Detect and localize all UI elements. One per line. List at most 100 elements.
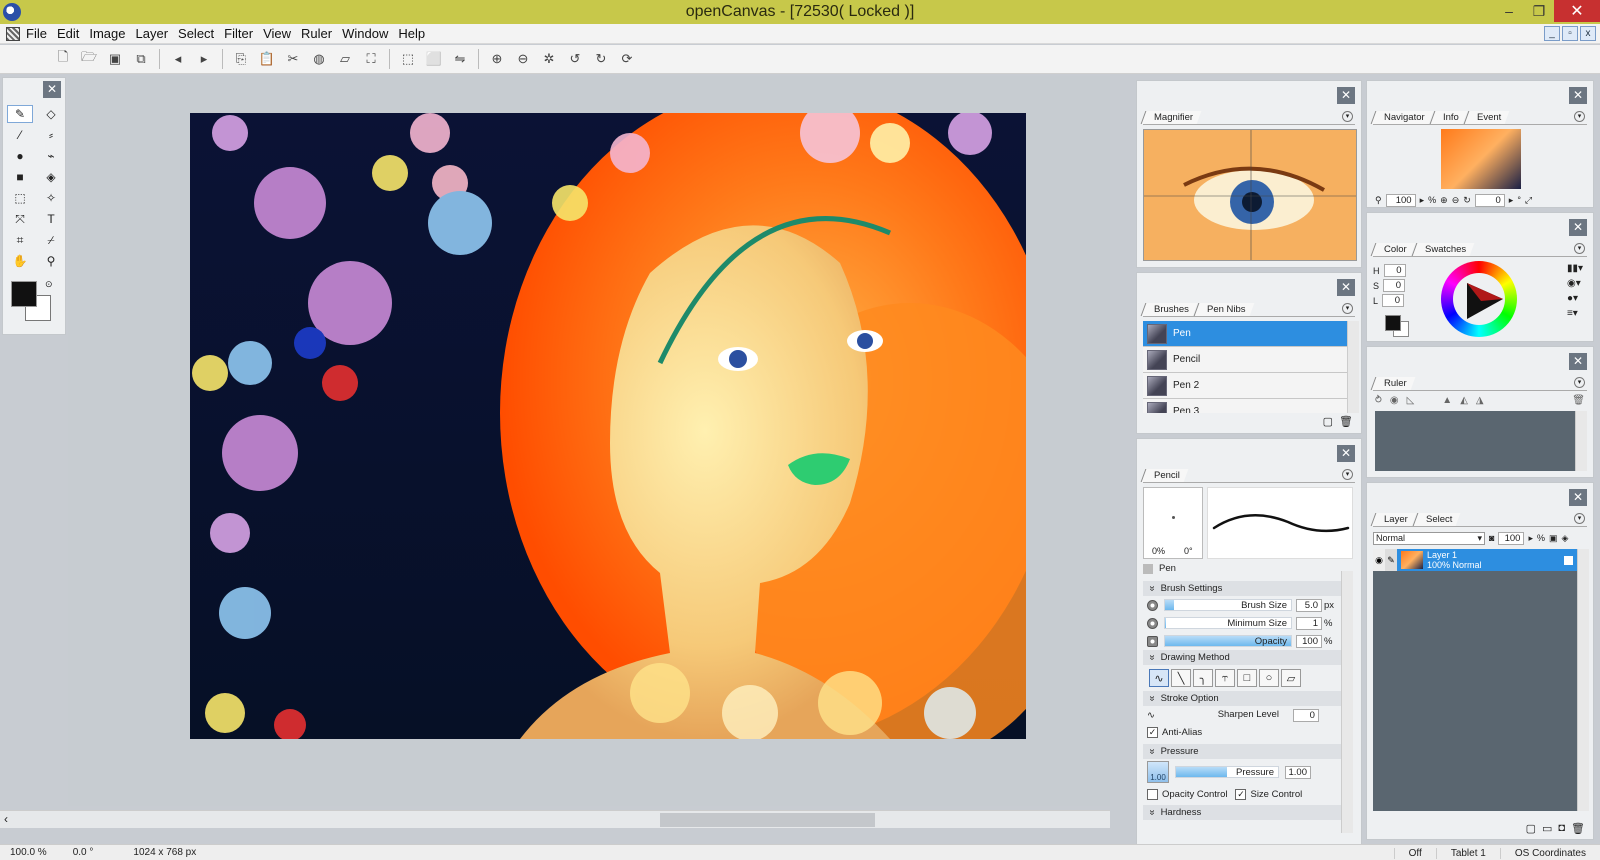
drawing-method-button[interactable]: ╲ [1171,669,1191,687]
navigator-close-button[interactable]: ✕ [1569,87,1587,104]
color-triangle[interactable] [1441,261,1517,337]
select-invert-icon[interactable]: ⇋ [449,48,471,70]
brushes-close-button[interactable]: ✕ [1337,279,1355,296]
layer-row[interactable]: ◉ ✎ Layer 1 100% Normal [1373,549,1577,571]
app-icon[interactable] [3,3,21,21]
layer-opacity-step-icon[interactable]: ▸ [1528,533,1533,544]
cut-icon[interactable]: ✂ [282,48,304,70]
new-brush-icon[interactable]: ▢ [1323,415,1333,428]
copy-icon[interactable]: ⎘ [230,48,252,70]
size-control-checkbox[interactable]: ✓ [1235,788,1247,800]
drawing-method-button[interactable]: ▱ [1281,669,1301,687]
layer-mask-icon[interactable]: ◙ [1489,533,1494,543]
tab-swatches[interactable]: Swatches [1411,243,1475,256]
eyedropper-tool[interactable]: ⌿ [38,231,64,249]
ruler-list[interactable] [1375,411,1575,471]
transform-icon[interactable]: ⛶ [360,48,382,70]
brush-size-slider[interactable]: Brush Size [1164,599,1292,611]
drawing-method-button[interactable]: ∿ [1149,669,1169,687]
airbrush-tool[interactable]: ⸗ [38,126,64,144]
scroll-left-icon[interactable]: ‹ [4,812,8,826]
ruler-snap-icon[interactable]: ⥁ [1375,395,1382,409]
fill-icon[interactable]: ◍ [308,48,330,70]
text-tool[interactable]: T [38,210,64,228]
s-field[interactable]: 0 [1383,279,1406,292]
delete-brush-icon[interactable]: 🗑 [1339,415,1353,428]
color-circle-icon[interactable]: ●▾ [1567,293,1583,304]
sharpen-field[interactable]: 0 [1292,708,1319,722]
restore-button[interactable]: ❐ [1524,0,1554,22]
menu-edit[interactable]: Edit [57,26,87,41]
brush-list-item[interactable]: Pen 3 [1143,399,1347,413]
next-icon[interactable]: ▸ [193,48,215,70]
layer-list-scrollbar[interactable] [1577,549,1589,811]
new-folder-icon[interactable]: ▭ [1542,822,1552,835]
brush-list-item[interactable]: Pen [1143,321,1347,347]
rotate-reset-icon[interactable]: ⟳ [616,48,638,70]
rotate-icon[interactable]: ↻ [1463,195,1471,206]
tab-layer[interactable]: Layer [1370,513,1417,526]
ruler-close-button[interactable]: ✕ [1569,353,1587,370]
smudge-tool[interactable]: ⌁ [38,147,64,165]
tab-pen-nibs[interactable]: Pen Nibs [1193,303,1254,316]
foreground-color-swatch[interactable] [11,281,37,307]
hand-tool[interactable]: ✋ [7,252,33,270]
canvas-artwork[interactable] [190,113,1026,739]
menu-layer[interactable]: Layer [136,26,177,41]
pressure-curve-button[interactable]: 1.00 [1147,761,1169,783]
rotate-left-icon[interactable]: ↺ [564,48,586,70]
paste-icon[interactable]: 📋 [256,48,278,70]
erase-icon[interactable]: ▱ [334,48,356,70]
panel-menu-icon[interactable]: ▾ [1574,377,1585,388]
move-tool[interactable]: ⤧ [7,210,33,228]
menu-view[interactable]: View [263,26,299,41]
layer-close-button[interactable]: ✕ [1569,489,1587,506]
ruler-delete-icon[interactable]: 🗑 [1572,395,1585,409]
layer-opacity-field[interactable]: 100 [1498,531,1525,545]
sharpen-slider[interactable]: Sharpen Level [1159,709,1283,721]
new-layer-icon[interactable]: ▢ [1526,822,1536,835]
pen-tool[interactable]: ✎ [7,105,33,123]
zoom-in-icon[interactable]: ⊕ [1440,195,1448,206]
select-tool[interactable]: ⬚ [7,189,33,207]
layer-stack-icon[interactable]: ◈ [1562,533,1569,544]
menu-ruler[interactable]: Ruler [301,26,340,41]
ruler-triangle-icon[interactable]: ▲ [1442,395,1452,409]
ruler-angle-icon[interactable]: ◺ [1407,395,1415,409]
zoom-in-icon[interactable]: ⊕ [486,48,508,70]
panel-menu-icon[interactable]: ▾ [1342,303,1353,314]
tab-pencil[interactable]: Pencil [1140,469,1189,482]
doc-restore-button[interactable]: ▫ [1562,26,1578,41]
panel-menu-icon[interactable]: ▾ [1342,469,1353,480]
tab-ruler[interactable]: Ruler [1370,377,1416,390]
navigator-zoom-field[interactable]: 100 [1385,193,1416,207]
section-pressure[interactable]: Pressure [1143,744,1341,759]
layer-edit-icon[interactable]: ✎ [1385,549,1397,571]
brush-list-item[interactable]: Pencil [1143,347,1347,373]
eraser-tool[interactable]: ◇ [38,105,64,123]
menu-window[interactable]: Window [342,26,396,41]
new-file-icon[interactable]: 🗋 [52,48,74,70]
pressure-slider[interactable]: Pressure [1175,766,1279,778]
menu-filter[interactable]: Filter [224,26,261,41]
drawing-method-button[interactable]: ╮ [1193,669,1213,687]
opacity-field[interactable]: 100 [1296,634,1322,648]
tab-color[interactable]: Color [1370,243,1416,256]
open-folder-icon[interactable]: 🗁 [78,48,100,70]
color-bars-icon[interactable]: ▮▮▾ [1567,263,1583,274]
menu-help[interactable]: Help [398,26,433,41]
ruler-scrollbar[interactable] [1575,411,1587,471]
menu-image[interactable]: Image [89,26,133,41]
color-fg-swatch[interactable] [1385,315,1401,331]
status-off[interactable]: Off [1393,847,1436,859]
navigator-thumbnail[interactable] [1441,129,1521,189]
section-stroke-option[interactable]: Stroke Option [1143,691,1341,706]
menu-select[interactable]: Select [178,26,222,41]
panel-menu-icon[interactable]: ▾ [1342,111,1353,122]
zoom-tool[interactable]: ⚲ [38,252,64,270]
color-menu-icon[interactable]: ≡▾ [1567,308,1583,319]
drawing-method-button[interactable]: ⥾ [1215,669,1235,687]
brush-props-close-button[interactable]: ✕ [1337,445,1355,462]
color-wheel[interactable] [1441,261,1517,337]
panel-menu-icon[interactable]: ▾ [1574,111,1585,122]
